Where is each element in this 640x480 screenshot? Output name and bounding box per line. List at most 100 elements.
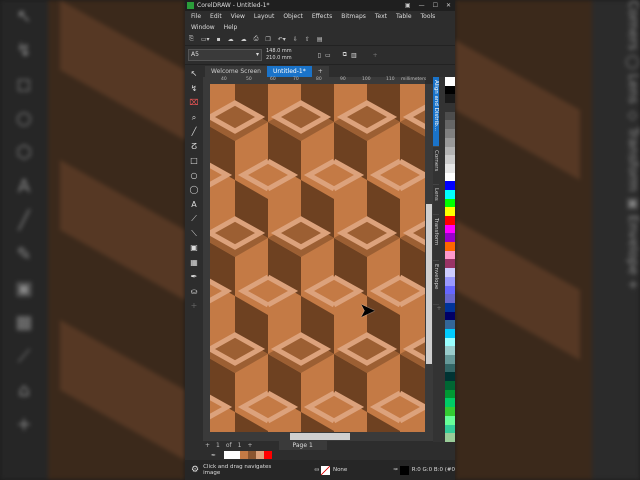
document-swatch[interactable]: [232, 451, 241, 459]
palette-swatch[interactable]: [445, 320, 455, 329]
parallel-dimension-icon[interactable]: ⟋: [191, 213, 197, 226]
transparency-icon[interactable]: ▦: [190, 257, 198, 270]
add-icon[interactable]: +: [373, 52, 378, 59]
horizontal-scroll-thumb[interactable]: [290, 433, 350, 440]
page-tab-1[interactable]: Page 1: [278, 441, 327, 450]
rectangle-tool-icon[interactable]: □: [190, 155, 198, 168]
portrait-icon[interactable]: ▯: [318, 52, 321, 59]
palette-swatch[interactable]: [445, 407, 455, 416]
menu-tools[interactable]: Tools: [421, 13, 436, 20]
gear-icon[interactable]: ⚙: [191, 465, 199, 475]
docker-tab-corners[interactable]: Corners: [433, 147, 439, 185]
palette-swatch[interactable]: [445, 181, 455, 190]
undo-icon[interactable]: ↶▾: [278, 36, 286, 43]
menu-view[interactable]: View: [231, 13, 245, 20]
drawing-canvas[interactable]: [210, 84, 425, 432]
palette-swatch[interactable]: [445, 129, 455, 138]
artistic-media-icon[interactable]: ⵒ: [191, 141, 197, 154]
new-tab-button[interactable]: +: [311, 66, 329, 77]
tab-welcome-screen[interactable]: Welcome Screen: [205, 66, 267, 77]
palette-swatch[interactable]: [445, 372, 455, 382]
docker-tab-align-distribute[interactable]: Align and Distrib...: [433, 77, 439, 147]
palette-swatch[interactable]: [445, 155, 455, 164]
shape-tool-icon[interactable]: ↯: [191, 83, 198, 96]
palette-swatch[interactable]: [445, 302, 455, 312]
export-icon[interactable]: ⇧: [305, 36, 310, 43]
menu-effects[interactable]: Effects: [312, 13, 332, 20]
ellipse-tool-icon[interactable]: ○: [191, 170, 198, 183]
docker-tab-envelope[interactable]: Envelope: [433, 261, 439, 305]
zoom-tool-icon[interactable]: ⌕: [192, 112, 196, 125]
add-tool-icon[interactable]: +: [191, 300, 198, 313]
all-pages-icon[interactable]: ⧉: [343, 51, 347, 59]
palette-swatch[interactable]: [445, 146, 455, 156]
polygon-tool-icon[interactable]: ◯: [190, 184, 199, 197]
publish-pdf-icon[interactable]: ▤: [317, 36, 323, 43]
palette-swatch[interactable]: [445, 389, 455, 399]
new-icon[interactable]: ⎘: [189, 35, 194, 43]
menu-bitmaps[interactable]: Bitmaps: [341, 13, 366, 20]
palette-swatch[interactable]: [445, 268, 455, 277]
cloud-upload-icon[interactable]: ☁: [241, 36, 247, 43]
help-window-button[interactable]: ▣: [405, 2, 411, 9]
maximize-button[interactable]: ☐: [433, 2, 438, 9]
interactive-fill-icon[interactable]: ⛀: [191, 286, 198, 299]
palette-swatch[interactable]: [445, 398, 455, 408]
close-button[interactable]: ✕: [446, 2, 451, 9]
print-icon[interactable]: ⎙: [254, 35, 259, 43]
palette-swatch[interactable]: [445, 137, 455, 147]
palette-swatch[interactable]: [445, 433, 455, 442]
docker-tab-lens[interactable]: Lens: [433, 185, 439, 215]
cloud-download-icon[interactable]: ☁: [228, 36, 234, 43]
palette-swatch[interactable]: [445, 355, 455, 364]
current-page-icon[interactable]: ▥: [351, 52, 357, 59]
add-page-after-button[interactable]: +: [247, 442, 252, 449]
document-swatch[interactable]: [264, 451, 273, 459]
palette-swatch[interactable]: [445, 233, 455, 243]
palette-swatch[interactable]: [445, 311, 455, 321]
freehand-tool-icon[interactable]: ╱: [192, 126, 197, 139]
connector-tool-icon[interactable]: ⟍: [191, 228, 197, 241]
palette-swatch[interactable]: [445, 285, 455, 295]
menu-text[interactable]: Text: [375, 13, 387, 20]
palette-swatch[interactable]: [445, 111, 455, 121]
palette-swatch[interactable]: [445, 242, 455, 251]
palette-swatch[interactable]: [445, 85, 455, 95]
eyedropper-icon[interactable]: ✒: [191, 271, 198, 284]
palette-swatch[interactable]: [445, 346, 455, 355]
eyedropper-icon[interactable]: ✒: [211, 452, 216, 459]
vertical-scroll-thumb[interactable]: [426, 204, 432, 364]
palette-swatch[interactable]: [445, 224, 455, 234]
palette-swatch[interactable]: [445, 276, 455, 286]
docker-tab-transform[interactable]: Transform: [433, 215, 439, 261]
menu-file[interactable]: File: [191, 13, 201, 20]
page-width-field[interactable]: 148.0 mm: [266, 48, 292, 55]
tab-untitled-1[interactable]: Untitled-1*: [266, 66, 312, 77]
menu-edit[interactable]: Edit: [210, 13, 222, 20]
palette-swatch[interactable]: [445, 94, 455, 104]
palette-swatch[interactable]: [445, 120, 455, 130]
palette-swatch[interactable]: [445, 294, 455, 303]
palette-swatch[interactable]: [445, 250, 455, 260]
menu-help[interactable]: Help: [224, 24, 238, 31]
add-docker-icon[interactable]: +: [433, 305, 445, 312]
add-page-before-button[interactable]: +: [205, 442, 210, 449]
menu-window[interactable]: Window: [191, 24, 215, 31]
vertical-scrollbar[interactable]: [425, 84, 433, 432]
palette-swatch[interactable]: [445, 172, 455, 182]
menu-layout[interactable]: Layout: [254, 13, 274, 20]
palette-swatch[interactable]: [445, 337, 455, 347]
palette-swatch[interactable]: [445, 363, 455, 373]
swatch-none[interactable]: [224, 451, 233, 459]
document-swatch[interactable]: [256, 451, 265, 459]
landscape-icon[interactable]: ▭: [325, 52, 331, 59]
open-icon[interactable]: ▭▾: [201, 36, 210, 43]
palette-swatch[interactable]: [445, 424, 455, 434]
palette-swatch[interactable]: [445, 328, 455, 338]
text-tool-icon[interactable]: A: [191, 199, 196, 212]
page-height-field[interactable]: 210.0 mm: [266, 55, 292, 62]
save-icon[interactable]: ▪: [217, 36, 221, 43]
palette-swatch[interactable]: [445, 103, 455, 112]
horizontal-scrollbar[interactable]: [203, 432, 433, 441]
palette-swatch[interactable]: [445, 216, 455, 225]
